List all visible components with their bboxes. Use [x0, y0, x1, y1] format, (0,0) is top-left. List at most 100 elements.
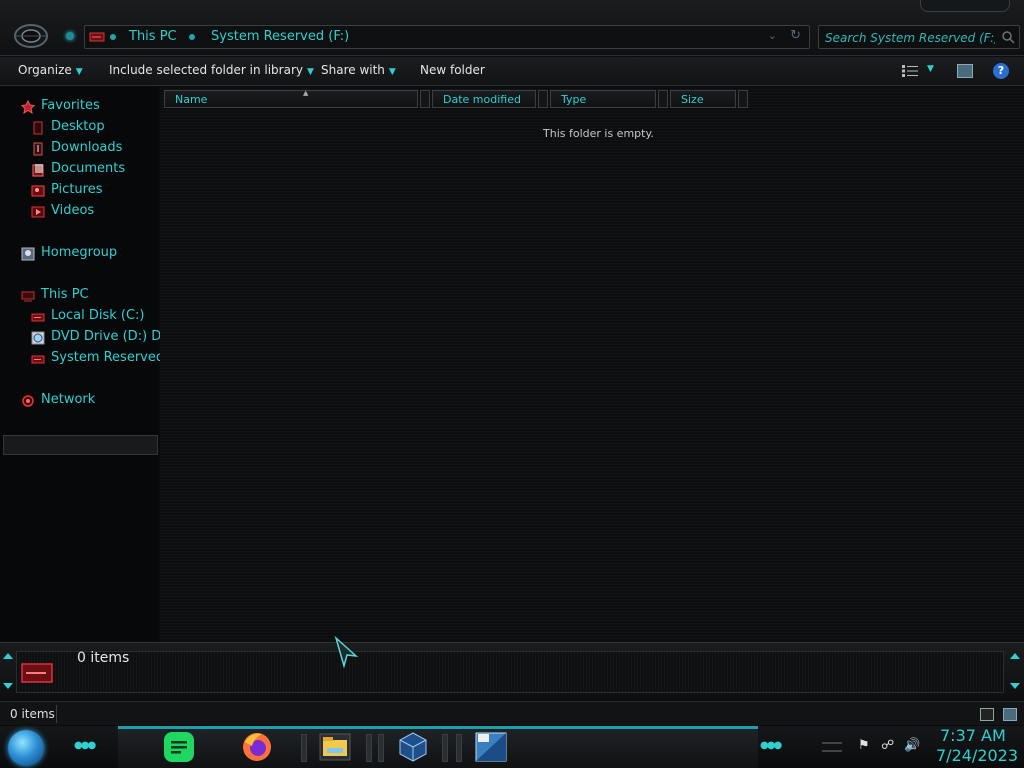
pictures-icon	[31, 185, 45, 197]
status-item-count: 0 items	[10, 707, 55, 721]
search-icon[interactable]	[1001, 30, 1015, 44]
back-forward-orb-icon[interactable]	[12, 21, 50, 51]
file-explorer-icon[interactable]	[318, 730, 352, 764]
status-divider	[56, 705, 57, 723]
new-folder-button[interactable]: New folder	[420, 63, 485, 77]
network-icon	[22, 395, 34, 407]
volume-icon[interactable]: 🔊	[904, 738, 920, 754]
column-headers: Name ▲ Date modified Type Size	[160, 89, 1024, 108]
hard-drive-icon	[31, 313, 45, 322]
corner-decoration-icon	[1010, 683, 1020, 689]
taskbar-divider	[442, 734, 448, 762]
corner-decoration-icon	[1010, 653, 1020, 659]
search-input[interactable]	[825, 29, 995, 46]
nav-item-label: Videos	[51, 203, 95, 218]
title-bar: This PC System Reserved (F:) ⌄ ↻	[0, 0, 1024, 56]
breadcrumb-this-pc[interactable]: This PC	[129, 29, 177, 44]
show-hidden-icons-icon[interactable]	[822, 742, 842, 752]
help-icon[interactable]: ?	[993, 63, 1009, 79]
nav-item-label: Local Disk (C:)	[51, 308, 145, 323]
column-header-label: Size	[681, 93, 704, 106]
taskbar: ●●● ●●● ⚑ ☍ 🔊 7:37 AM 7/24/2023	[0, 726, 1024, 768]
status-bar: 0 items	[0, 701, 1024, 725]
large-icons-view-icon[interactable]	[1003, 708, 1017, 721]
start-button-icon[interactable]	[8, 730, 44, 766]
column-divider[interactable]	[538, 90, 548, 108]
favorites-star-icon	[21, 100, 35, 114]
search-box[interactable]	[818, 25, 1020, 49]
drive-thumbnail-icon	[21, 663, 53, 683]
drive-icon	[89, 32, 105, 42]
column-header-name[interactable]: Name ▲	[164, 89, 418, 108]
column-header-type[interactable]: Type	[550, 90, 656, 108]
network-status-icon[interactable]: ☍	[881, 738, 897, 754]
include-in-library-label: Include selected folder in library	[109, 63, 303, 77]
dvd-drive-icon	[31, 331, 45, 345]
taskbar-divider	[456, 734, 462, 762]
preview-pane-icon[interactable]	[957, 64, 973, 78]
breadcrumb-current-drive[interactable]: System Reserved (F:)	[211, 29, 349, 44]
column-header-date-modified[interactable]: Date modified	[432, 90, 536, 108]
corner-decoration-icon	[3, 683, 13, 689]
share-with-label: Share with	[321, 63, 385, 77]
chevron-down-icon[interactable]: ▼	[927, 64, 934, 74]
details-item-count: 0 items	[77, 650, 130, 666]
breadcrumb-separator-icon[interactable]	[110, 34, 116, 40]
chevron-decoration-icon: ●●●	[760, 740, 782, 751]
windows7-64-icon[interactable]	[474, 730, 508, 764]
details-panel	[16, 651, 1004, 693]
clock-date[interactable]: 7/24/2023	[936, 746, 1018, 765]
include-in-library-button[interactable]: Include selected folder in library ▼	[109, 63, 314, 77]
chevron-decoration-icon: ●●●	[74, 740, 96, 751]
refresh-icon[interactable]: ↻	[790, 28, 801, 43]
organize-button[interactable]: Organize ▼	[18, 63, 83, 77]
nav-item-label: Desktop	[51, 119, 105, 134]
taskbar-divider	[301, 734, 307, 762]
nav-homegroup-label: Homegroup	[41, 245, 118, 260]
nav-selection-highlight	[3, 435, 158, 455]
nav-item-label: Documents	[51, 161, 126, 176]
nav-item-label: Downloads	[51, 140, 123, 155]
homegroup-icon	[21, 247, 35, 261]
flag-icon[interactable]: ⚑	[858, 738, 874, 754]
empty-folder-message: This folder is empty.	[543, 127, 654, 140]
videos-icon	[31, 206, 45, 218]
details-view-icon[interactable]	[980, 708, 994, 721]
breadcrumb-separator-icon[interactable]	[189, 34, 195, 40]
spotify-icon[interactable]	[162, 730, 196, 764]
clock-time[interactable]: 7:37 AM	[940, 726, 1006, 745]
command-bar: Organize ▼ Include selected folder in lib…	[0, 57, 1024, 86]
taskbar-divider	[378, 734, 384, 762]
column-header-label: Date modified	[443, 93, 521, 106]
column-divider[interactable]	[420, 90, 430, 108]
virtualbox-icon[interactable]	[396, 730, 430, 764]
nav-this-pc-label: This PC	[41, 287, 89, 302]
mouse-cursor-icon	[334, 636, 359, 668]
downloads-icon	[33, 142, 43, 156]
documents-icon	[32, 164, 44, 177]
nav-network-label: Network	[41, 392, 96, 407]
sort-ascending-icon: ▲	[303, 89, 309, 97]
this-pc-icon	[21, 291, 35, 302]
column-divider[interactable]	[658, 90, 668, 108]
column-header-label: Name	[175, 93, 208, 106]
chevron-down-icon: ▼	[388, 67, 396, 77]
column-header-size[interactable]: Size	[670, 90, 736, 108]
change-view-icon[interactable]	[902, 65, 918, 77]
address-bar[interactable]: This PC System Reserved (F:) ⌄ ↻	[84, 25, 810, 49]
recent-locations-icon[interactable]	[66, 32, 74, 40]
hard-drive-icon	[31, 355, 45, 364]
file-list[interactable]: Name ▲ Date modified Type Size This fold…	[160, 87, 1024, 641]
organize-label: Organize	[18, 63, 72, 77]
chevron-down-icon: ▼	[306, 67, 314, 77]
column-header-label: Type	[561, 93, 587, 106]
desktop-icon	[33, 121, 43, 135]
details-pane	[0, 642, 1024, 700]
corner-decoration-icon	[3, 653, 13, 659]
column-divider[interactable]	[738, 90, 748, 108]
share-with-button[interactable]: Share with ▼	[321, 63, 396, 77]
chevron-down-icon[interactable]: ⌄	[768, 29, 777, 42]
taskbar-divider	[366, 734, 372, 762]
firefox-icon[interactable]	[240, 730, 274, 764]
nav-item-label: Pictures	[51, 182, 103, 197]
